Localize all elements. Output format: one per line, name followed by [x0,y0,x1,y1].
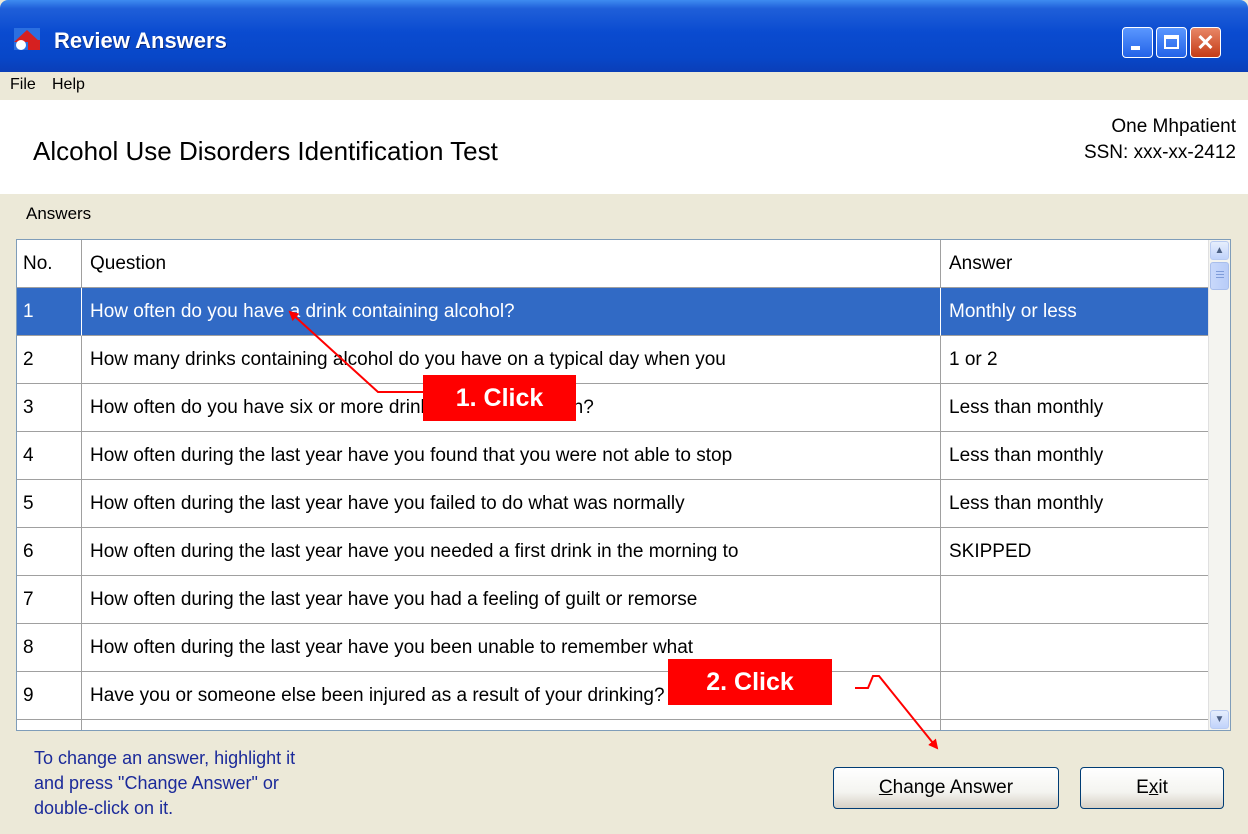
answers-label: Answers [26,204,92,223]
table-row[interactable]: 6 How often during the last year have you… [17,528,1210,576]
help-text-line: double-click on it. [34,798,174,818]
app-icon [14,28,40,50]
chevron-up-icon: ▲ [1214,245,1225,256]
title-bar[interactable]: Review Answers ✕ [0,0,1248,72]
cell-no: 5 [17,480,82,528]
table-row[interactable]: 2 How many drinks containing alcohol do y… [17,336,1210,384]
cell-question: How often do you have a drink containing… [82,288,941,336]
help-text: To change an answer, highlight it and pr… [34,746,295,821]
answers-grid[interactable]: No. Question Answer 1 How often do you ha… [16,239,1231,731]
change-answer-button[interactable]: Change Answer [833,767,1059,809]
page-title: Alcohol Use Disorders Identification Tes… [33,136,498,166]
cell-answer: Less than monthly [941,480,1210,528]
exit-button[interactable]: Exit [1080,767,1224,809]
table-row[interactable]: 9 Have you or someone else been injured a… [17,672,1210,720]
window-title: Review Answers [54,28,227,53]
help-text-line: and press "Change Answer" or [34,773,279,793]
exit-accel: x [1148,777,1159,798]
cell-question: How often during the last year have you … [82,528,941,576]
cell-no: 8 [17,624,82,672]
minimize-button[interactable] [1122,27,1153,58]
cell-no: 3 [17,384,82,432]
cell-no: 1 [17,288,82,336]
cell-answer [941,576,1210,624]
header-panel: Alcohol Use Disorders Identification Tes… [0,100,1248,194]
cell-no: 10 [17,720,82,730]
help-text-line: To change an answer, highlight it [34,748,296,768]
callout-step-2: 2. Click [668,659,832,705]
cell-answer: Less than monthly [941,384,1210,432]
menu-bar: File Help [0,72,1248,100]
cell-no: 2 [17,336,82,384]
change-answer-label: hange Answer [892,777,1014,798]
callout-step-1: 1. Click [423,375,576,421]
close-button[interactable]: ✕ [1190,27,1221,58]
close-icon: ✕ [1196,30,1215,55]
cell-no: 7 [17,576,82,624]
cell-answer: Less than monthly [941,432,1210,480]
cell-no: 6 [17,528,82,576]
table-row[interactable]: 1 How often do you have a drink containin… [17,288,1210,336]
exit-label-pre: E [1136,777,1149,798]
column-header-question[interactable]: Question [82,240,941,288]
cell-no: 9 [17,672,82,720]
patient-ssn: SSN: xxx-xx-2412 [1083,142,1236,163]
maximize-button[interactable] [1156,27,1187,58]
table-row[interactable]: 4 How often during the last year have you… [17,432,1210,480]
cell-answer: Monthly or less [941,288,1210,336]
cell-question: How often during the last year have you … [82,432,941,480]
exit-label-rest: it [1158,777,1168,798]
change-answer-accel: C [878,777,893,798]
column-header-answer[interactable]: Answer [941,240,1210,288]
scroll-up-button[interactable]: ▲ [1210,241,1229,260]
vertical-scrollbar[interactable]: ▲ ▼ [1208,240,1230,730]
cell-question: Has a relative or friend, or a doctor or… [82,720,941,730]
cell-answer: 1 or 2 [941,336,1210,384]
table-row[interactable]: 7 How often during the last year have you… [17,576,1210,624]
cell-no: 4 [17,432,82,480]
column-header-no[interactable]: No. [17,240,82,288]
review-answers-window: Review Answers ✕ File Help Alcohol Use D… [0,0,1248,834]
table-row[interactable]: 10Has a relative or friend, or a doctor … [17,720,1210,730]
patient-name: One Mhpatient [1111,116,1236,137]
cell-answer: SKIPPED [941,528,1210,576]
menu-file[interactable]: File [10,76,36,94]
cell-answer [941,624,1210,672]
table-row[interactable]: 8 How often during the last year have you… [17,624,1210,672]
cell-answer [941,720,1210,730]
cell-question: How often during the last year have you … [82,480,941,528]
cell-question: How often during the last year have you … [82,576,941,624]
cell-answer [941,672,1210,720]
scroll-down-button[interactable]: ▼ [1210,710,1229,729]
minimize-icon [1131,46,1140,50]
table-row[interactable]: 5 How often during the last year have you… [17,480,1210,528]
chevron-down-icon: ▼ [1214,714,1225,725]
table-row[interactable]: 3 How often do you have six or more drink… [17,384,1210,432]
scroll-thumb[interactable] [1210,262,1229,290]
maximize-icon [1164,35,1179,49]
grid-header-row: No. Question Answer [17,240,1210,288]
menu-help[interactable]: Help [52,76,85,94]
